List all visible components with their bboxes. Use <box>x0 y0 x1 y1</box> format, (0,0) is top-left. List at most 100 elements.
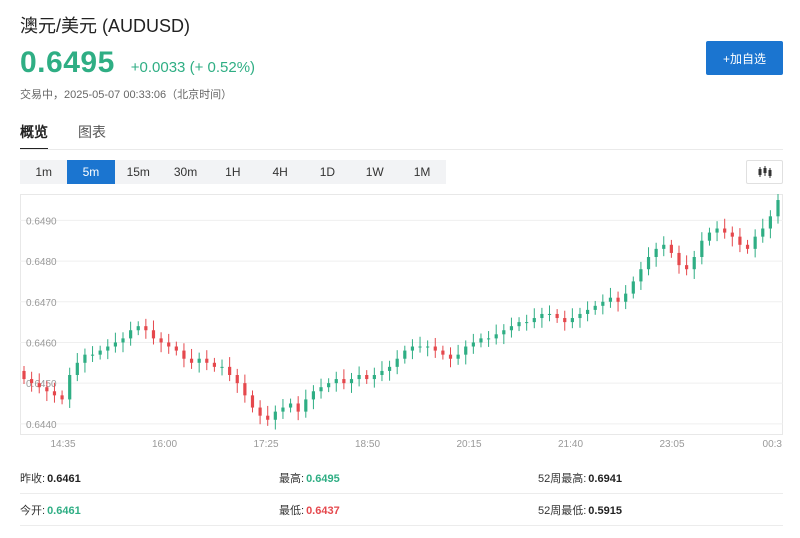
candle <box>144 318 148 339</box>
candle <box>372 367 376 388</box>
tab-chart[interactable]: 图表 <box>78 122 106 150</box>
candle <box>509 317 514 338</box>
candle <box>342 369 346 390</box>
x-tick-label: 17:25 <box>253 439 278 450</box>
candle <box>151 320 156 345</box>
candle <box>121 332 125 353</box>
candle <box>578 307 582 328</box>
candle <box>745 239 750 254</box>
candle <box>75 353 79 382</box>
candle <box>723 218 727 239</box>
period-1w[interactable]: 1W <box>351 160 398 184</box>
stat-52w-high: 52周最高: 0.6941 <box>538 473 622 485</box>
candle <box>189 348 194 369</box>
stat-high: 最高: 0.6495 <box>279 473 340 485</box>
candle <box>570 308 574 329</box>
candle <box>448 347 453 368</box>
candle <box>98 345 102 360</box>
x-tick-label: 20:15 <box>456 439 481 450</box>
candle <box>90 346 95 362</box>
candle <box>715 221 719 242</box>
price-chart: 0.64400.64500.64600.64700.64800.649014:3… <box>20 194 783 450</box>
candle <box>235 368 239 393</box>
y-tick-label: 0.6460 <box>26 338 57 349</box>
stats-row-1: 昨收: 0.6461 最高: 0.6495 52周最高: 0.6941 <box>20 462 783 494</box>
candle <box>738 228 742 253</box>
candle <box>654 242 658 267</box>
candle <box>68 367 72 408</box>
candle <box>83 348 87 373</box>
candle <box>334 371 338 392</box>
candle <box>776 194 780 224</box>
candle <box>380 361 384 382</box>
candle <box>228 357 232 382</box>
candle <box>433 337 437 358</box>
page-title: 澳元/美元 (AUDUSD) <box>20 16 190 36</box>
y-tick-label: 0.6440 <box>26 420 57 431</box>
period-15m[interactable]: 15m <box>115 160 162 184</box>
candle <box>707 227 712 246</box>
candle <box>403 345 407 364</box>
candles <box>22 194 780 430</box>
candle <box>113 332 117 353</box>
candle <box>585 301 590 322</box>
candle <box>525 314 529 331</box>
candle <box>555 309 559 323</box>
period-1h[interactable]: 1H <box>209 160 256 184</box>
add-watchlist-button[interactable]: +加自选 <box>706 41 783 75</box>
candle <box>669 239 673 258</box>
x-tick-label: 00:3 <box>763 439 783 450</box>
candle <box>197 352 201 373</box>
period-selector: 1m 5m 15m 30m 1H 4H 1D 1W 1M <box>20 160 446 184</box>
period-30m[interactable]: 30m <box>162 160 209 184</box>
candle <box>220 359 224 376</box>
trading-status: 交易中，2025-05-07 00:33:06（北京时间） <box>20 89 233 101</box>
candle <box>212 357 217 372</box>
stat-52w-low: 52周最低: 0.5915 <box>538 505 622 517</box>
x-tick-label: 23:05 <box>659 439 684 450</box>
candle <box>327 378 331 393</box>
stats-panel: 昨收: 0.6461 最高: 0.6495 52周最高: 0.6941 今开: 0.64… <box>20 462 783 526</box>
candle <box>418 336 422 353</box>
candle <box>349 372 354 393</box>
candle <box>601 294 605 315</box>
candle <box>456 344 460 365</box>
candle <box>288 398 293 413</box>
candle <box>243 374 247 403</box>
candle <box>296 396 300 421</box>
stats-row-2: 今开: 0.6461 最低: 0.6437 52周最低: 0.5915 <box>20 494 783 526</box>
candle <box>471 333 475 354</box>
chart-type-button[interactable] <box>746 160 783 184</box>
candle <box>608 287 613 308</box>
x-tick-label: 18:50 <box>355 439 380 450</box>
candle <box>677 245 681 274</box>
candle <box>258 400 262 425</box>
period-1m[interactable]: 1m <box>20 160 67 184</box>
period-5m[interactable]: 5m <box>67 160 115 184</box>
candle <box>494 324 498 345</box>
price-row: 0.6495 +0.0033 (+ 0.52%) <box>20 46 255 80</box>
period-1mo[interactable]: 1M <box>398 160 445 184</box>
candle <box>692 250 696 279</box>
candle <box>646 247 651 276</box>
x-tick-label: 14:35 <box>50 439 75 450</box>
candle <box>174 341 178 356</box>
candle <box>479 333 483 348</box>
candle <box>730 226 734 247</box>
candle <box>532 308 536 329</box>
x-tick-label: 21:40 <box>558 439 583 450</box>
candle <box>205 350 209 371</box>
period-1d[interactable]: 1D <box>304 160 351 184</box>
candle <box>486 331 491 347</box>
period-4h[interactable]: 4H <box>256 160 303 184</box>
candle <box>136 321 140 336</box>
candle <box>387 360 392 381</box>
candle <box>441 345 445 360</box>
candle <box>662 236 666 257</box>
tab-overview[interactable]: 概览 <box>20 122 48 150</box>
candle <box>365 370 369 384</box>
price-change: +0.0033 (+ 0.52%) <box>130 59 256 76</box>
y-tick-label: 0.6490 <box>26 216 57 227</box>
candle <box>266 405 270 426</box>
candle <box>700 232 704 265</box>
